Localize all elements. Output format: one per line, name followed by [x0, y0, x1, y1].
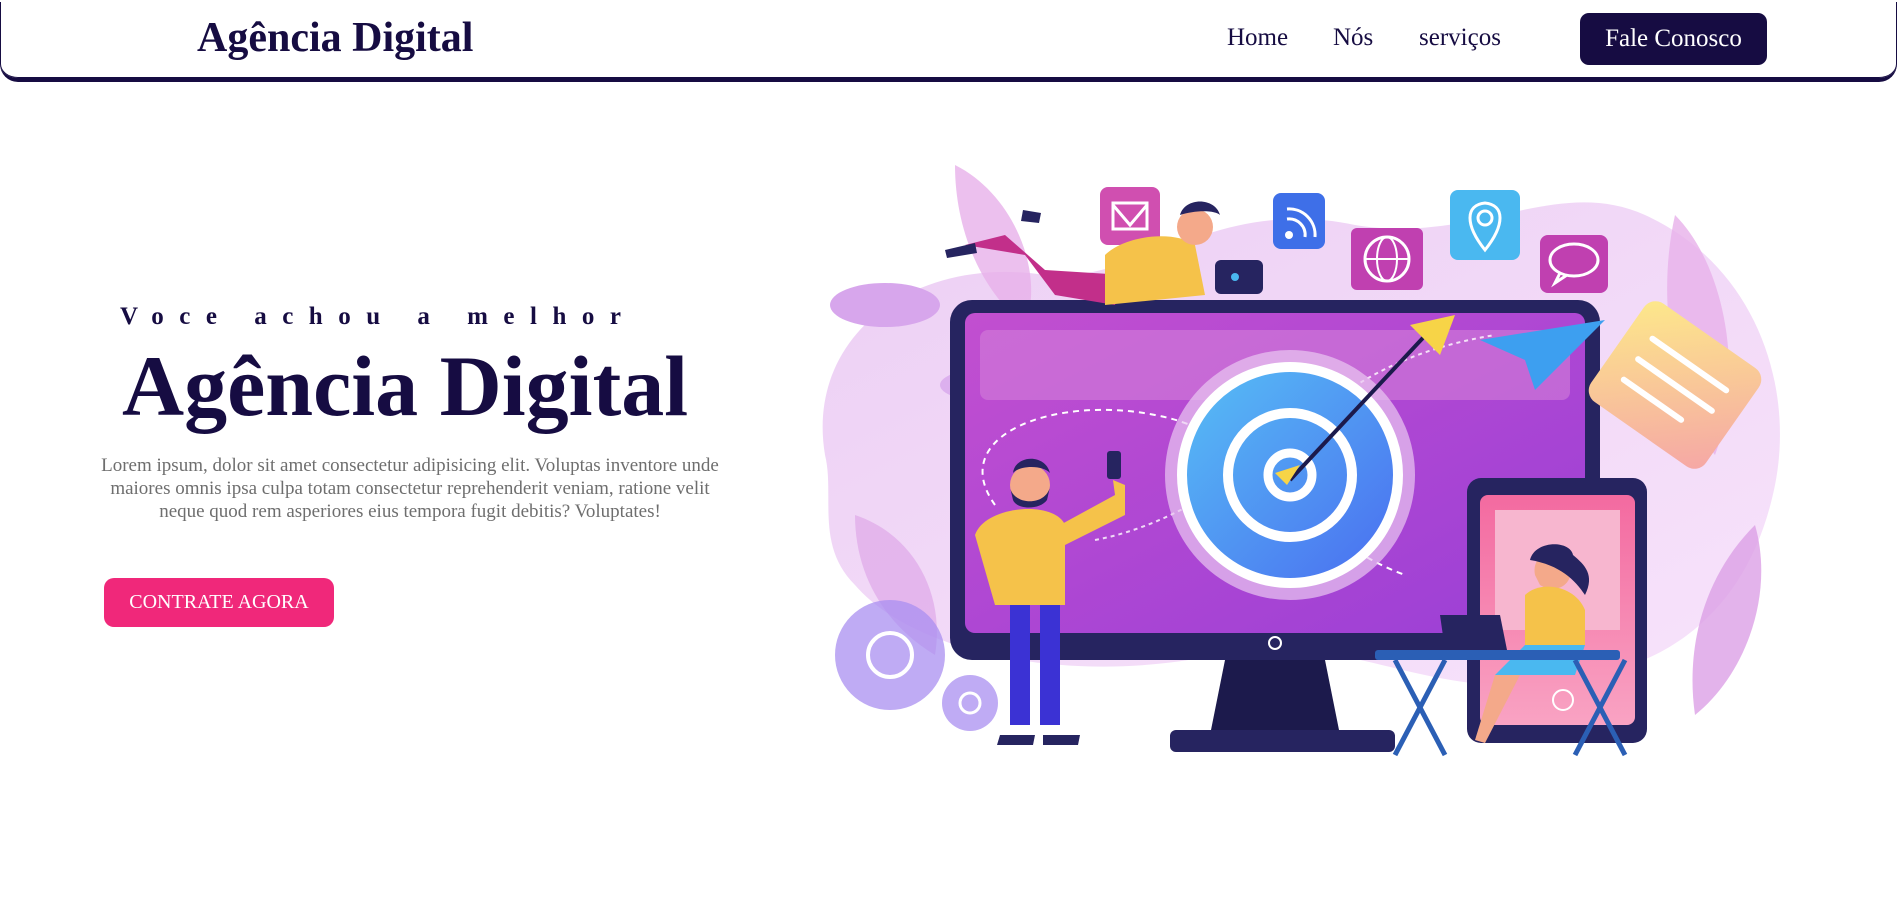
mail-icon — [1100, 187, 1160, 245]
nav-home[interactable]: Home — [1227, 24, 1288, 52]
chat-icon — [1540, 235, 1608, 293]
logo[interactable]: Agência Digital — [197, 14, 473, 62]
location-pin-icon — [1450, 190, 1520, 260]
hire-now-button[interactable]: CONTRATE AGORA — [104, 578, 334, 627]
rss-icon — [1273, 193, 1325, 249]
hero-description: Lorem ipsum, dolor sit amet consectetur … — [101, 455, 719, 522]
globe-icon — [1351, 228, 1423, 290]
nav-servicos[interactable]: serviços — [1419, 24, 1501, 52]
hero-eyebrow: Voce achou a melhor — [120, 303, 637, 330]
nav-nos[interactable]: Nós — [1333, 24, 1373, 52]
hero-illustration — [822, 165, 1780, 757]
hero-title: Agência Digital — [122, 338, 689, 434]
contact-button[interactable]: Fale Conosco — [1580, 13, 1767, 65]
site-header: Agência Digital Home Nós serviços Fale C… — [0, 0, 1897, 82]
